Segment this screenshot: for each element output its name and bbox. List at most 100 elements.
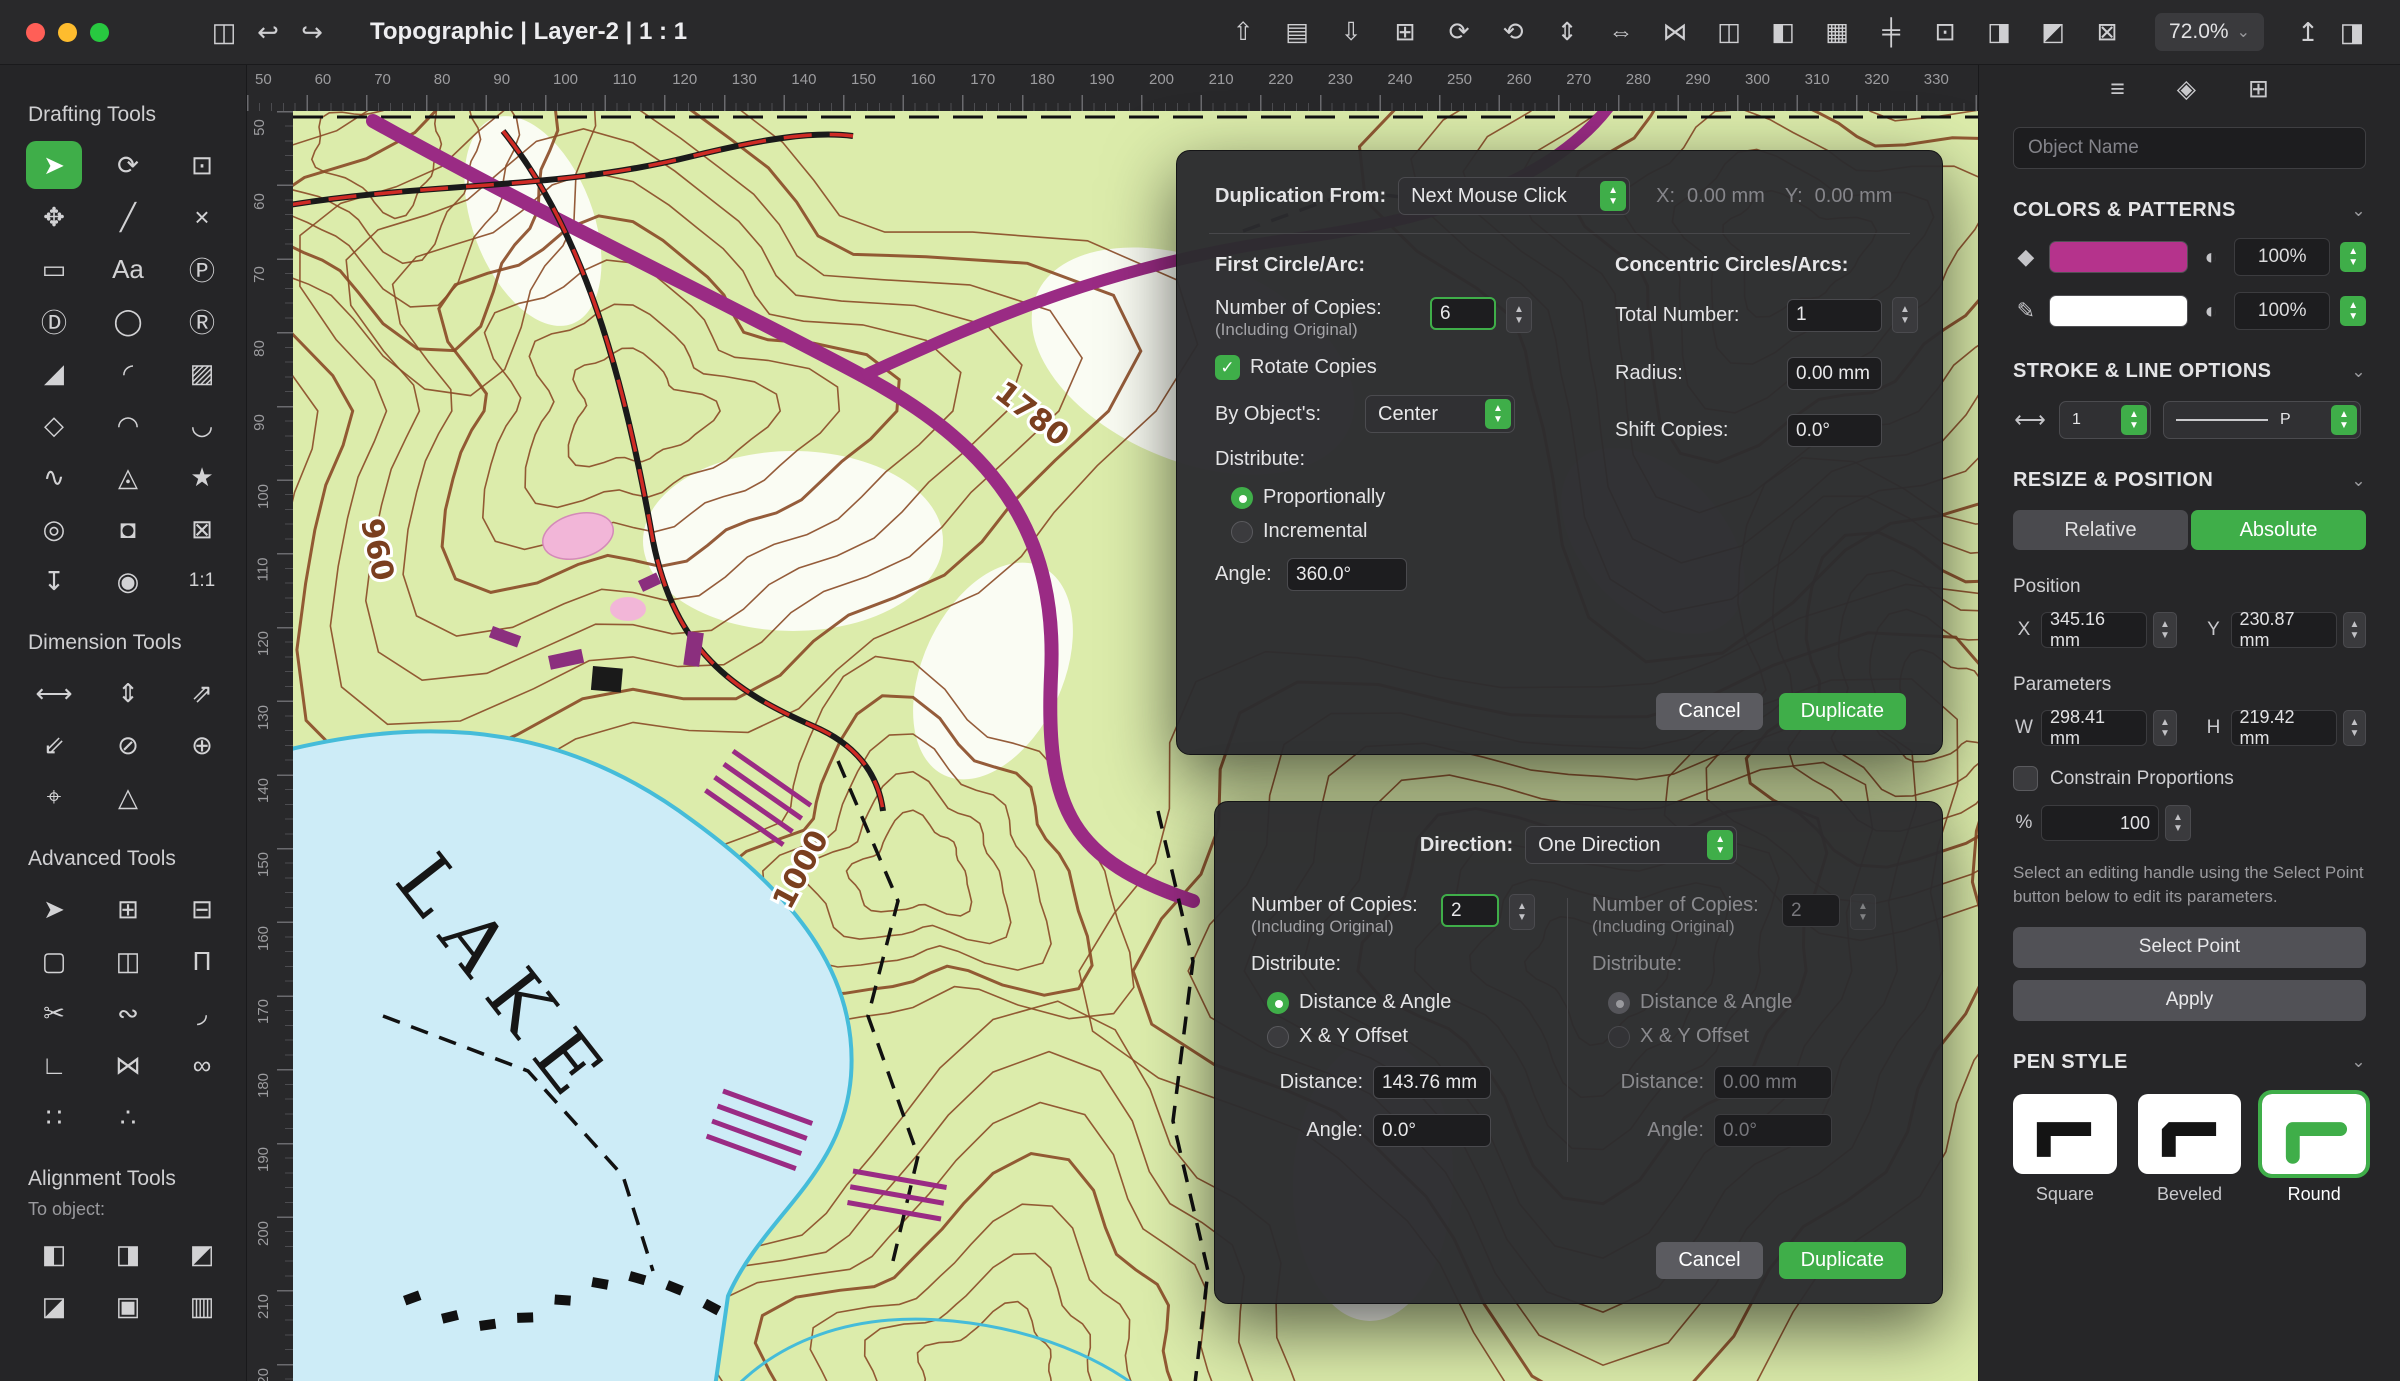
eyedropper-tool[interactable]: ↧ <box>26 557 82 605</box>
polygon-tool[interactable]: ◇ <box>26 401 82 449</box>
stroke-section-header[interactable]: STROKE & LINE OPTIONS ⌄ <box>2013 360 2366 383</box>
copies-input-left[interactable] <box>1441 894 1499 927</box>
corner-icon[interactable]: ◩ <box>2031 12 2075 52</box>
open-icon[interactable]: ▤ <box>1275 12 1319 52</box>
fill-opacity-value[interactable]: 100% <box>2234 238 2330 276</box>
dimension-icon[interactable]: ╪ <box>1869 12 1913 52</box>
absolute-button[interactable]: Absolute <box>2191 510 2366 550</box>
width-stepper[interactable]: ▲▼ <box>2153 710 2176 746</box>
fillet-tool[interactable]: ◞ <box>174 989 230 1037</box>
grid-icon[interactable]: ▦ <box>1815 12 1859 52</box>
extend-left-tool[interactable]: ⊟ <box>174 885 230 933</box>
corner-tool[interactable]: ∟ <box>26 1041 82 1089</box>
angular-dimension-tool[interactable]: ⇙ <box>26 721 82 769</box>
properties-tab[interactable]: ≡ <box>2110 75 2125 104</box>
distance-input-left[interactable] <box>1373 1066 1491 1099</box>
copies-stepper-left[interactable]: ▲▼ <box>1509 894 1535 930</box>
contrast-icon[interactable]: ◐ <box>2198 244 2224 270</box>
cancel-button[interactable]: Cancel <box>1656 1242 1762 1279</box>
array-tool[interactable]: ∷ <box>26 1093 82 1141</box>
text-tool[interactable]: Aa <box>100 245 156 293</box>
angle-input-left[interactable] <box>1373 1114 1491 1147</box>
pen-style-square[interactable] <box>2013 1094 2117 1174</box>
center-mark-tool[interactable]: ⌖ <box>26 773 82 821</box>
x-position-value[interactable]: 345.16 mm <box>2041 612 2147 648</box>
duplicate-shape-tool[interactable]: ◫ <box>100 937 156 985</box>
stroke-width-select[interactable]: 1 ▲▼ <box>2059 401 2151 439</box>
curve-tool[interactable]: ◠ <box>100 401 156 449</box>
fullscreen-button[interactable] <box>90 23 109 42</box>
split-tool[interactable]: ∾ <box>100 989 156 1037</box>
copies-input[interactable] <box>1430 297 1496 330</box>
relative-button[interactable]: Relative <box>2013 510 2188 550</box>
transform-tool[interactable]: ⊡ <box>174 141 230 189</box>
resize-section-header[interactable]: RESIZE & POSITION ⌄ <box>2013 469 2366 492</box>
mask-right-icon[interactable]: ◨ <box>1977 12 2021 52</box>
ellipse-tool[interactable]: ◯ <box>100 297 156 345</box>
wedge-tool[interactable]: ◢ <box>26 349 82 397</box>
rectangle-tool[interactable]: ▭ <box>26 245 82 293</box>
select-tool[interactable]: ➤ <box>26 141 82 189</box>
sidebar-toggle-icon[interactable]: ◫ <box>202 17 246 48</box>
hatch-tool[interactable]: ▨ <box>174 349 230 397</box>
annotation-icon[interactable]: ⊠ <box>2085 12 2129 52</box>
duplication-from-select[interactable]: Next Mouse Click ▲▼ <box>1398 177 1630 215</box>
duplicate-button[interactable]: Duplicate <box>1779 1242 1906 1279</box>
scissors-tool[interactable]: ✂ <box>26 989 82 1037</box>
layers-tab[interactable]: ◈ <box>2177 74 2196 104</box>
percent-stepper[interactable]: ▲▼ <box>2165 805 2191 841</box>
y-position-value[interactable]: 230.87 mm <box>2231 612 2337 648</box>
distribute-tool[interactable]: ◩ <box>174 1230 230 1278</box>
rotate-tool[interactable]: ⟳ <box>100 141 156 189</box>
minimize-button[interactable] <box>58 23 77 42</box>
undo-icon[interactable]: ↩ <box>246 17 290 48</box>
select-point-button[interactable]: Select Point <box>2013 927 2366 968</box>
height-stepper[interactable]: ▲▼ <box>2343 710 2366 746</box>
fill-opacity-stepper[interactable]: ▲▼ <box>2340 242 2366 272</box>
paragraph-tool[interactable]: Ⓟ <box>174 245 230 293</box>
close-button[interactable] <box>26 23 45 42</box>
copies-stepper[interactable]: ▲▼ <box>1506 297 1532 333</box>
rotate-cw-icon[interactable]: ⟳ <box>1437 12 1481 52</box>
select-copy-tool[interactable]: ➤ <box>26 885 82 933</box>
circle-diameter-tool[interactable]: Ⓓ <box>26 297 82 345</box>
line-style-select[interactable]: P ▲▼ <box>2163 401 2361 439</box>
diameter-dimension-tool[interactable]: ⊘ <box>100 721 156 769</box>
height-value[interactable]: 219.42 mm <box>2231 710 2337 746</box>
stroke-opacity-stepper[interactable]: ▲▼ <box>2340 296 2366 326</box>
pi-tool[interactable]: Π <box>174 937 230 985</box>
object-name-input[interactable] <box>2013 127 2366 169</box>
cancel-button[interactable]: Cancel <box>1656 693 1762 730</box>
flip-vertical-icon[interactable]: ⇕ <box>1545 12 1589 52</box>
align-top-tool[interactable]: ◨ <box>100 1230 156 1278</box>
extend-right-tool[interactable]: ⊞ <box>100 885 156 933</box>
stamp-tool[interactable]: ◘ <box>100 505 156 553</box>
constrain-proportions-checkbox[interactable] <box>2013 766 2038 791</box>
rotate-copies-checkbox[interactable]: ✓ <box>1215 355 1240 380</box>
x-position-stepper[interactable]: ▲▼ <box>2153 612 2176 648</box>
incremental-radio[interactable] <box>1231 521 1253 543</box>
align-right-tool[interactable]: ▣ <box>100 1282 156 1330</box>
stroke-color-swatch[interactable] <box>2049 295 2189 327</box>
angle-tool[interactable]: △ <box>100 773 156 821</box>
total-number-input[interactable] <box>1787 299 1882 332</box>
direction-select[interactable]: One Direction ▲▼ <box>1525 826 1737 864</box>
pen-style-round[interactable] <box>2262 1094 2366 1174</box>
grid-align-tool[interactable]: ▥ <box>174 1282 230 1330</box>
print-icon[interactable]: ⊞ <box>1383 12 1427 52</box>
distance-angle-radio-left[interactable] <box>1267 992 1289 1014</box>
symbol-tool[interactable]: ⊠ <box>174 505 230 553</box>
pen-style-beveled[interactable] <box>2138 1094 2242 1174</box>
pen-style-section-header[interactable]: PEN STYLE ⌄ <box>2013 1051 2366 1074</box>
zoom-control[interactable]: 72.0% ⌄ <box>2155 13 2264 51</box>
angle-input[interactable] <box>1287 558 1407 591</box>
apply-button[interactable]: Apply <box>2013 980 2366 1021</box>
scatter-tool[interactable]: ∴ <box>100 1093 156 1141</box>
proportionally-radio[interactable] <box>1231 487 1253 509</box>
xy-offset-radio-left[interactable] <box>1267 1026 1289 1048</box>
radius-input[interactable] <box>1787 357 1882 390</box>
star-tool[interactable]: ★ <box>174 453 230 501</box>
trim-tool[interactable]: × <box>174 193 230 241</box>
save-icon[interactable]: ⇩ <box>1329 12 1373 52</box>
circle-radius-tool[interactable]: Ⓡ <box>174 297 230 345</box>
